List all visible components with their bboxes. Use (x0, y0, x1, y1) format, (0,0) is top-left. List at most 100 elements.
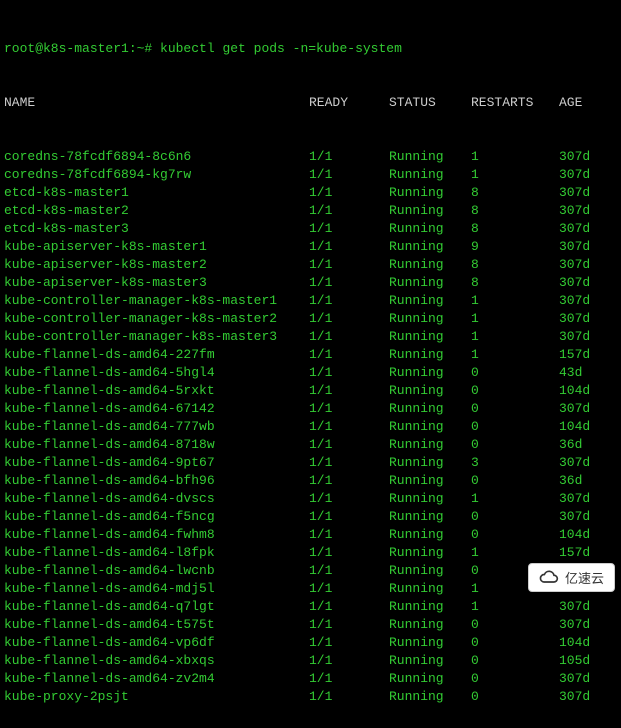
cell-ready: 1/1 (309, 292, 389, 310)
cell-status: Running (389, 382, 471, 400)
cell-age: 307d (559, 400, 590, 418)
cell-age: 157d (559, 544, 590, 562)
cell-age: 104d (559, 382, 590, 400)
cell-name: kube-flannel-ds-amd64-fwhm8 (4, 526, 309, 544)
cell-name: kube-controller-manager-k8s-master1 (4, 292, 309, 310)
cell-age: 307d (559, 328, 590, 346)
table-row: kube-flannel-ds-amd64-777wb1/1Running010… (4, 418, 617, 436)
cell-ready: 1/1 (309, 328, 389, 346)
cell-name: kube-proxy-2psjt (4, 688, 309, 706)
cell-restarts: 0 (471, 670, 559, 688)
cell-restarts: 1 (471, 166, 559, 184)
provider-badge[interactable]: 亿速云 (528, 563, 615, 592)
cell-name: kube-flannel-ds-amd64-9pt67 (4, 454, 309, 472)
cell-name: coredns-78fcdf6894-kg7rw (4, 166, 309, 184)
cell-restarts: 0 (471, 634, 559, 652)
cell-age: 307d (559, 256, 590, 274)
cell-age: 307d (559, 220, 590, 238)
cell-name: kube-flannel-ds-amd64-5hgl4 (4, 364, 309, 382)
table-row: kube-flannel-ds-amd64-5hgl41/1Running043… (4, 364, 617, 382)
table-row: kube-flannel-ds-amd64-mdj5l1/1Running130… (4, 580, 617, 598)
cell-ready: 1/1 (309, 670, 389, 688)
cell-name: kube-apiserver-k8s-master1 (4, 238, 309, 256)
cell-name: kube-flannel-ds-amd64-q7lgt (4, 598, 309, 616)
cell-restarts: 0 (471, 526, 559, 544)
cell-status: Running (389, 148, 471, 166)
cell-status: Running (389, 238, 471, 256)
col-header-name: NAME (4, 94, 309, 112)
cell-ready: 1/1 (309, 238, 389, 256)
cell-ready: 1/1 (309, 256, 389, 274)
table-row: kube-flannel-ds-amd64-bfh961/1Running036… (4, 472, 617, 490)
cell-ready: 1/1 (309, 346, 389, 364)
cell-age: 43d (559, 364, 582, 382)
cell-ready: 1/1 (309, 382, 389, 400)
cell-status: Running (389, 526, 471, 544)
cell-status: Running (389, 418, 471, 436)
cell-status: Running (389, 490, 471, 508)
cell-status: Running (389, 328, 471, 346)
cell-age: 307d (559, 292, 590, 310)
cell-ready: 1/1 (309, 364, 389, 382)
col-header-restarts: RESTARTS (471, 94, 559, 112)
table-row: kube-flannel-ds-amd64-9pt671/1Running330… (4, 454, 617, 472)
cell-ready: 1/1 (309, 508, 389, 526)
cell-restarts: 1 (471, 328, 559, 346)
cell-name: kube-flannel-ds-amd64-bfh96 (4, 472, 309, 490)
col-header-age: AGE (559, 94, 582, 112)
cell-name: kube-flannel-ds-amd64-5rxkt (4, 382, 309, 400)
cell-status: Running (389, 580, 471, 598)
cell-ready: 1/1 (309, 544, 389, 562)
cell-status: Running (389, 346, 471, 364)
cell-ready: 1/1 (309, 184, 389, 202)
cell-status: Running (389, 616, 471, 634)
cell-ready: 1/1 (309, 616, 389, 634)
cell-restarts: 8 (471, 274, 559, 292)
cell-restarts: 8 (471, 256, 559, 274)
table-row: kube-flannel-ds-amd64-q7lgt1/1Running130… (4, 598, 617, 616)
table-header: NAMEREADYSTATUSRESTARTSAGE (4, 94, 617, 112)
cell-name: kube-controller-manager-k8s-master3 (4, 328, 309, 346)
cell-restarts: 0 (471, 418, 559, 436)
cell-name: kube-flannel-ds-amd64-zv2m4 (4, 670, 309, 688)
cell-status: Running (389, 652, 471, 670)
cell-ready: 1/1 (309, 562, 389, 580)
cell-status: Running (389, 400, 471, 418)
cell-age: 307d (559, 688, 590, 706)
table-row: kube-controller-manager-k8s-master21/1Ru… (4, 310, 617, 328)
cell-age: 307d (559, 616, 590, 634)
cell-age: 104d (559, 526, 590, 544)
cell-age: 307d (559, 310, 590, 328)
cell-status: Running (389, 454, 471, 472)
cell-name: kube-flannel-ds-amd64-8718w (4, 436, 309, 454)
cell-name: kube-flannel-ds-amd64-t575t (4, 616, 309, 634)
table-row: kube-flannel-ds-amd64-fwhm81/1Running010… (4, 526, 617, 544)
table-row: coredns-78fcdf6894-8c6n61/1Running1307d (4, 148, 617, 166)
cell-restarts: 1 (471, 346, 559, 364)
cell-ready: 1/1 (309, 652, 389, 670)
table-row: kube-controller-manager-k8s-master31/1Ru… (4, 328, 617, 346)
cell-restarts: 8 (471, 184, 559, 202)
table-row: kube-apiserver-k8s-master21/1Running8307… (4, 256, 617, 274)
terminal-output[interactable]: root@k8s-master1:~# kubectl get pods -n=… (0, 0, 621, 728)
cell-status: Running (389, 292, 471, 310)
cell-status: Running (389, 544, 471, 562)
cell-age: 307d (559, 508, 590, 526)
cell-name: kube-controller-manager-k8s-master2 (4, 310, 309, 328)
table-row: kube-flannel-ds-amd64-5rxkt1/1Running010… (4, 382, 617, 400)
cell-status: Running (389, 202, 471, 220)
cloud-icon (539, 570, 559, 585)
cell-restarts: 1 (471, 310, 559, 328)
cell-status: Running (389, 364, 471, 382)
cell-status: Running (389, 256, 471, 274)
cell-ready: 1/1 (309, 436, 389, 454)
table-row: etcd-k8s-master11/1Running8307d (4, 184, 617, 202)
cell-status: Running (389, 634, 471, 652)
table-row: kube-flannel-ds-amd64-227fm1/1Running115… (4, 346, 617, 364)
cell-name: kube-flannel-ds-amd64-lwcnb (4, 562, 309, 580)
cell-age: 307d (559, 274, 590, 292)
table-row: kube-flannel-ds-amd64-t575t1/1Running030… (4, 616, 617, 634)
cell-ready: 1/1 (309, 598, 389, 616)
cell-ready: 1/1 (309, 688, 389, 706)
cell-age: 307d (559, 184, 590, 202)
